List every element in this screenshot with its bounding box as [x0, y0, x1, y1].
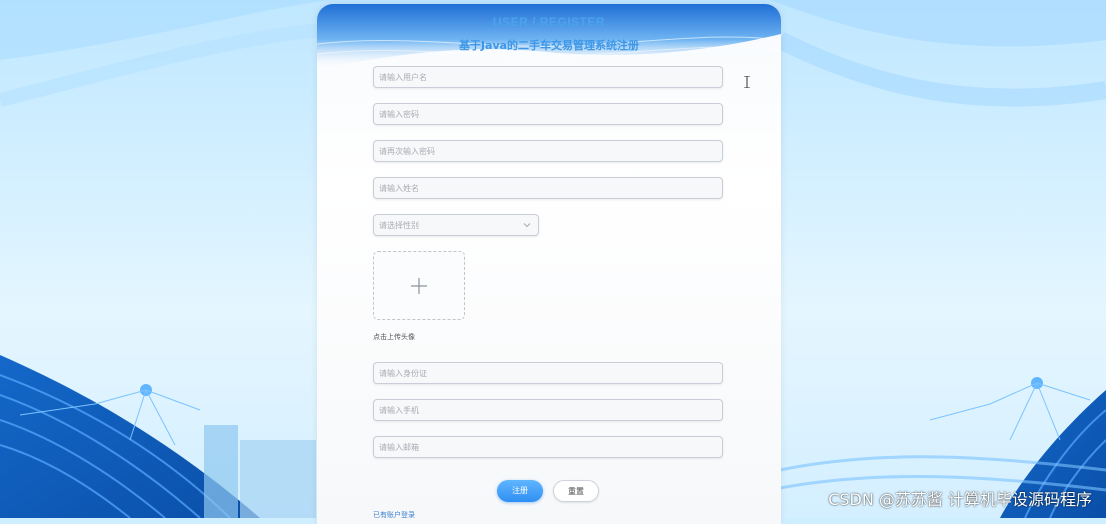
- register-card: USER / REGISTER 基于Java的二手车交易管理系统注册 请选择性别…: [317, 4, 781, 524]
- name-input[interactable]: [373, 177, 723, 199]
- reset-button[interactable]: 重置: [553, 480, 599, 502]
- email-input[interactable]: [373, 436, 723, 458]
- gender-select-placeholder: 请选择性别: [379, 221, 419, 230]
- login-link[interactable]: 已有账户登录: [373, 510, 415, 520]
- password-confirm-input[interactable]: [373, 140, 723, 162]
- text-cursor-icon: [744, 76, 750, 88]
- page-title-en: USER / REGISTER: [492, 15, 606, 29]
- id-card-input[interactable]: [373, 362, 723, 384]
- username-input[interactable]: [373, 66, 723, 88]
- password-input[interactable]: [373, 103, 723, 125]
- plus-icon: [411, 278, 427, 294]
- register-button[interactable]: 注册: [497, 480, 543, 502]
- avatar-upload-box[interactable]: [373, 251, 465, 320]
- gender-select[interactable]: 请选择性别: [373, 214, 539, 236]
- avatar-upload-label: 点击上传头像: [373, 333, 415, 341]
- page-title: 基于Java的二手车交易管理系统注册: [458, 39, 640, 52]
- chevron-down-icon: [523, 223, 531, 228]
- phone-input[interactable]: [373, 399, 723, 421]
- watermark-text: CSDN @苏苏酱 计算机毕设源码程序: [828, 490, 1092, 509]
